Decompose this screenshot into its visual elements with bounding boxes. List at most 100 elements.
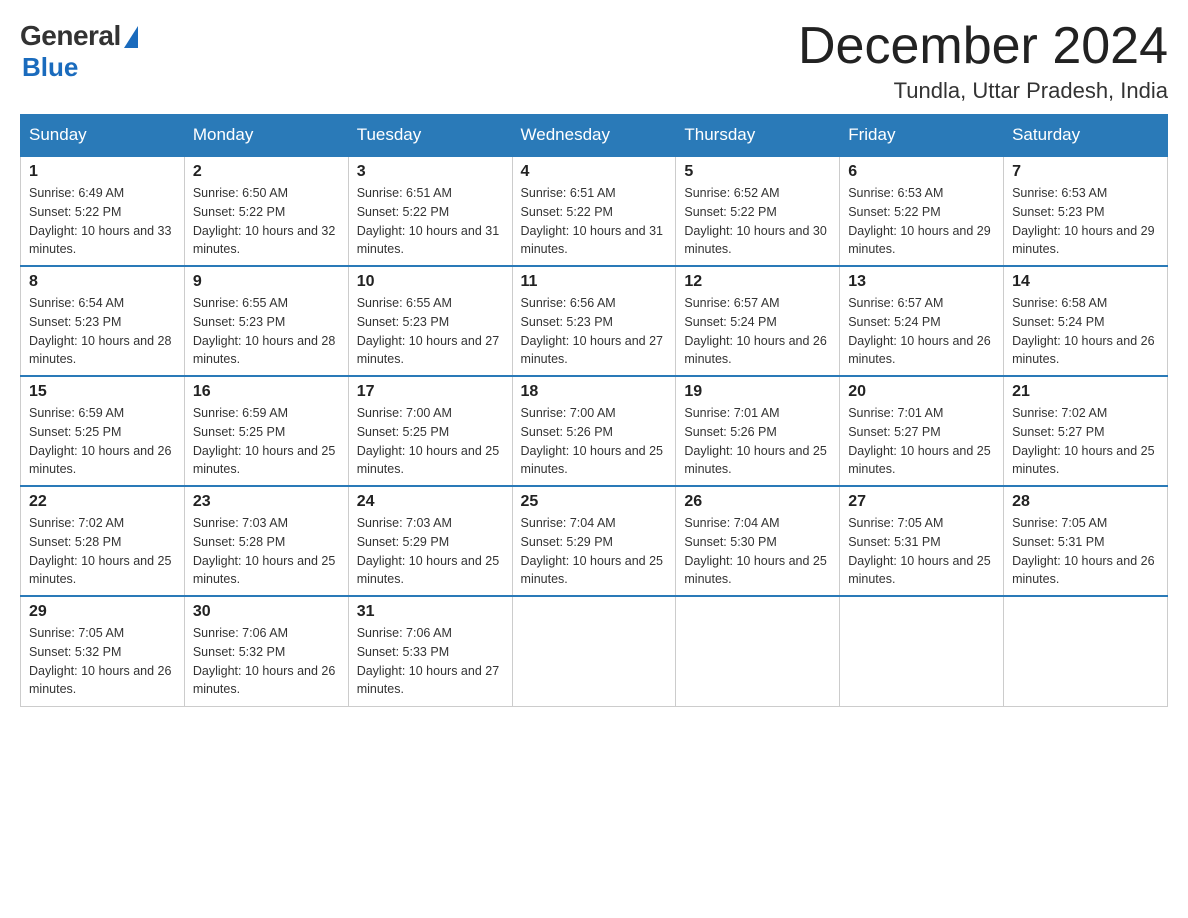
day-info: Sunrise: 6:49 AMSunset: 5:22 PMDaylight:… <box>29 184 176 259</box>
day-number: 12 <box>684 273 831 291</box>
day-number: 5 <box>684 163 831 181</box>
calendar-day-cell: 15 Sunrise: 6:59 AMSunset: 5:25 PMDaylig… <box>21 376 185 486</box>
calendar-day-cell: 10 Sunrise: 6:55 AMSunset: 5:23 PMDaylig… <box>348 266 512 376</box>
logo: General Blue <box>20 20 138 83</box>
day-number: 23 <box>193 493 340 511</box>
day-info: Sunrise: 7:06 AMSunset: 5:33 PMDaylight:… <box>357 624 504 699</box>
day-of-week-header: Thursday <box>676 115 840 157</box>
day-info: Sunrise: 7:04 AMSunset: 5:30 PMDaylight:… <box>684 514 831 589</box>
calendar-week-row: 15 Sunrise: 6:59 AMSunset: 5:25 PMDaylig… <box>21 376 1168 486</box>
day-number: 1 <box>29 163 176 181</box>
calendar-day-cell: 20 Sunrise: 7:01 AMSunset: 5:27 PMDaylig… <box>840 376 1004 486</box>
title-section: December 2024 Tundla, Uttar Pradesh, Ind… <box>798 20 1168 104</box>
day-number: 25 <box>521 493 668 511</box>
day-info: Sunrise: 7:03 AMSunset: 5:28 PMDaylight:… <box>193 514 340 589</box>
logo-general-text: General <box>20 20 121 52</box>
day-number: 11 <box>521 273 668 291</box>
calendar-day-cell: 23 Sunrise: 7:03 AMSunset: 5:28 PMDaylig… <box>184 486 348 596</box>
day-number: 16 <box>193 383 340 401</box>
calendar-week-row: 29 Sunrise: 7:05 AMSunset: 5:32 PMDaylig… <box>21 596 1168 706</box>
calendar-day-cell: 30 Sunrise: 7:06 AMSunset: 5:32 PMDaylig… <box>184 596 348 706</box>
day-info: Sunrise: 6:55 AMSunset: 5:23 PMDaylight:… <box>193 294 340 369</box>
day-number: 24 <box>357 493 504 511</box>
day-number: 15 <box>29 383 176 401</box>
location-title: Tundla, Uttar Pradesh, India <box>798 78 1168 104</box>
calendar-week-row: 22 Sunrise: 7:02 AMSunset: 5:28 PMDaylig… <box>21 486 1168 596</box>
calendar-day-cell: 13 Sunrise: 6:57 AMSunset: 5:24 PMDaylig… <box>840 266 1004 376</box>
calendar-day-cell: 1 Sunrise: 6:49 AMSunset: 5:22 PMDayligh… <box>21 156 185 266</box>
calendar-day-cell: 17 Sunrise: 7:00 AMSunset: 5:25 PMDaylig… <box>348 376 512 486</box>
calendar-day-cell: 19 Sunrise: 7:01 AMSunset: 5:26 PMDaylig… <box>676 376 840 486</box>
day-number: 19 <box>684 383 831 401</box>
day-number: 30 <box>193 603 340 621</box>
calendar-day-cell: 5 Sunrise: 6:52 AMSunset: 5:22 PMDayligh… <box>676 156 840 266</box>
calendar-day-cell: 28 Sunrise: 7:05 AMSunset: 5:31 PMDaylig… <box>1004 486 1168 596</box>
day-number: 26 <box>684 493 831 511</box>
day-info: Sunrise: 6:55 AMSunset: 5:23 PMDaylight:… <box>357 294 504 369</box>
day-number: 18 <box>521 383 668 401</box>
day-number: 7 <box>1012 163 1159 181</box>
day-number: 20 <box>848 383 995 401</box>
calendar-week-row: 8 Sunrise: 6:54 AMSunset: 5:23 PMDayligh… <box>21 266 1168 376</box>
day-number: 22 <box>29 493 176 511</box>
calendar-day-cell: 9 Sunrise: 6:55 AMSunset: 5:23 PMDayligh… <box>184 266 348 376</box>
day-info: Sunrise: 7:06 AMSunset: 5:32 PMDaylight:… <box>193 624 340 699</box>
day-info: Sunrise: 6:51 AMSunset: 5:22 PMDaylight:… <box>521 184 668 259</box>
day-info: Sunrise: 7:00 AMSunset: 5:25 PMDaylight:… <box>357 404 504 479</box>
day-info: Sunrise: 7:05 AMSunset: 5:31 PMDaylight:… <box>1012 514 1159 589</box>
header: General Blue December 2024 Tundla, Uttar… <box>20 20 1168 104</box>
calendar-table: SundayMondayTuesdayWednesdayThursdayFrid… <box>20 114 1168 707</box>
day-number: 4 <box>521 163 668 181</box>
calendar-day-cell: 26 Sunrise: 7:04 AMSunset: 5:30 PMDaylig… <box>676 486 840 596</box>
day-info: Sunrise: 6:52 AMSunset: 5:22 PMDaylight:… <box>684 184 831 259</box>
calendar-day-cell: 3 Sunrise: 6:51 AMSunset: 5:22 PMDayligh… <box>348 156 512 266</box>
logo-blue-text: Blue <box>20 52 138 83</box>
day-info: Sunrise: 6:57 AMSunset: 5:24 PMDaylight:… <box>684 294 831 369</box>
day-number: 3 <box>357 163 504 181</box>
calendar-day-cell: 2 Sunrise: 6:50 AMSunset: 5:22 PMDayligh… <box>184 156 348 266</box>
day-number: 29 <box>29 603 176 621</box>
day-of-week-header: Tuesday <box>348 115 512 157</box>
logo-triangle-icon <box>124 26 138 48</box>
day-info: Sunrise: 6:57 AMSunset: 5:24 PMDaylight:… <box>848 294 995 369</box>
day-info: Sunrise: 6:54 AMSunset: 5:23 PMDaylight:… <box>29 294 176 369</box>
day-info: Sunrise: 7:02 AMSunset: 5:28 PMDaylight:… <box>29 514 176 589</box>
day-info: Sunrise: 6:50 AMSunset: 5:22 PMDaylight:… <box>193 184 340 259</box>
day-info: Sunrise: 7:01 AMSunset: 5:27 PMDaylight:… <box>848 404 995 479</box>
day-info: Sunrise: 7:05 AMSunset: 5:31 PMDaylight:… <box>848 514 995 589</box>
day-number: 28 <box>1012 493 1159 511</box>
calendar-week-row: 1 Sunrise: 6:49 AMSunset: 5:22 PMDayligh… <box>21 156 1168 266</box>
day-info: Sunrise: 6:59 AMSunset: 5:25 PMDaylight:… <box>29 404 176 479</box>
calendar-day-cell: 11 Sunrise: 6:56 AMSunset: 5:23 PMDaylig… <box>512 266 676 376</box>
calendar-day-cell: 21 Sunrise: 7:02 AMSunset: 5:27 PMDaylig… <box>1004 376 1168 486</box>
calendar-day-cell: 8 Sunrise: 6:54 AMSunset: 5:23 PMDayligh… <box>21 266 185 376</box>
day-info: Sunrise: 6:58 AMSunset: 5:24 PMDaylight:… <box>1012 294 1159 369</box>
calendar-day-cell: 31 Sunrise: 7:06 AMSunset: 5:33 PMDaylig… <box>348 596 512 706</box>
day-info: Sunrise: 6:53 AMSunset: 5:22 PMDaylight:… <box>848 184 995 259</box>
calendar-day-cell <box>840 596 1004 706</box>
calendar-day-cell: 29 Sunrise: 7:05 AMSunset: 5:32 PMDaylig… <box>21 596 185 706</box>
day-number: 13 <box>848 273 995 291</box>
day-info: Sunrise: 7:05 AMSunset: 5:32 PMDaylight:… <box>29 624 176 699</box>
calendar-header-row: SundayMondayTuesdayWednesdayThursdayFrid… <box>21 115 1168 157</box>
calendar-day-cell: 22 Sunrise: 7:02 AMSunset: 5:28 PMDaylig… <box>21 486 185 596</box>
day-info: Sunrise: 7:03 AMSunset: 5:29 PMDaylight:… <box>357 514 504 589</box>
day-number: 17 <box>357 383 504 401</box>
day-of-week-header: Sunday <box>21 115 185 157</box>
calendar-day-cell <box>512 596 676 706</box>
day-of-week-header: Friday <box>840 115 1004 157</box>
calendar-day-cell <box>1004 596 1168 706</box>
day-info: Sunrise: 7:00 AMSunset: 5:26 PMDaylight:… <box>521 404 668 479</box>
day-info: Sunrise: 6:53 AMSunset: 5:23 PMDaylight:… <box>1012 184 1159 259</box>
day-of-week-header: Saturday <box>1004 115 1168 157</box>
day-info: Sunrise: 6:51 AMSunset: 5:22 PMDaylight:… <box>357 184 504 259</box>
calendar-day-cell: 12 Sunrise: 6:57 AMSunset: 5:24 PMDaylig… <box>676 266 840 376</box>
day-number: 21 <box>1012 383 1159 401</box>
calendar-day-cell: 14 Sunrise: 6:58 AMSunset: 5:24 PMDaylig… <box>1004 266 1168 376</box>
month-title: December 2024 <box>798 20 1168 72</box>
day-info: Sunrise: 7:02 AMSunset: 5:27 PMDaylight:… <box>1012 404 1159 479</box>
calendar-day-cell: 7 Sunrise: 6:53 AMSunset: 5:23 PMDayligh… <box>1004 156 1168 266</box>
day-number: 6 <box>848 163 995 181</box>
day-number: 27 <box>848 493 995 511</box>
day-number: 31 <box>357 603 504 621</box>
